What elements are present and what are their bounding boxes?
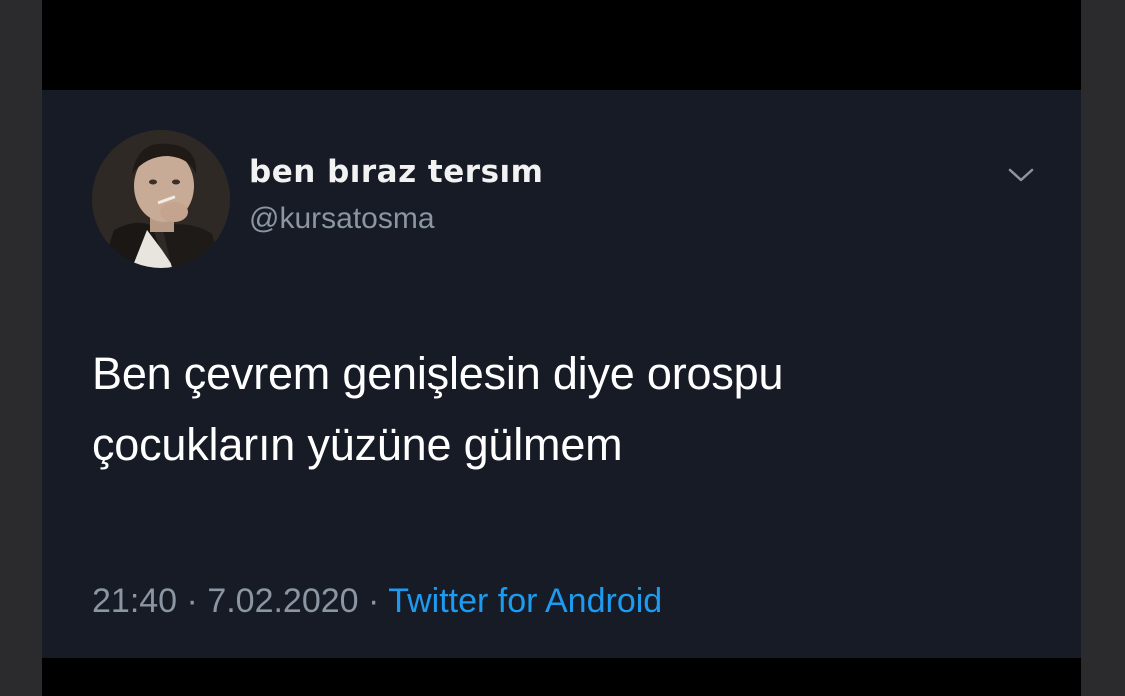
tweet-text-line: çocukların yüzüne gülmem xyxy=(92,419,623,470)
display-name[interactable]: ben bıraz tersım xyxy=(249,154,543,190)
avatar-image xyxy=(92,130,230,268)
tweet-text-line: Ben çevrem genişlesin diye orospu xyxy=(92,348,784,399)
tweet-meta: 21:40 · 7.02.2020 · Twitter for Android xyxy=(92,582,662,621)
meta-separator: · xyxy=(177,582,208,620)
tweet-date[interactable]: 7.02.2020 xyxy=(207,582,358,620)
left-gray-border xyxy=(0,0,42,696)
tweet-source-link[interactable]: Twitter for Android xyxy=(388,582,662,620)
tweet-time[interactable]: 21:40 xyxy=(92,582,177,620)
tweet-text: Ben çevrem genişlesin diye orospu çocukl… xyxy=(92,338,1022,480)
tweet-card: ben bıraz tersım @kursatosma Ben çevrem … xyxy=(42,90,1081,658)
chevron-down-icon[interactable] xyxy=(1004,164,1038,186)
right-gray-border xyxy=(1081,0,1125,696)
meta-separator: · xyxy=(358,582,389,620)
user-handle[interactable]: @kursatosma xyxy=(249,202,435,236)
avatar[interactable] xyxy=(92,130,230,268)
